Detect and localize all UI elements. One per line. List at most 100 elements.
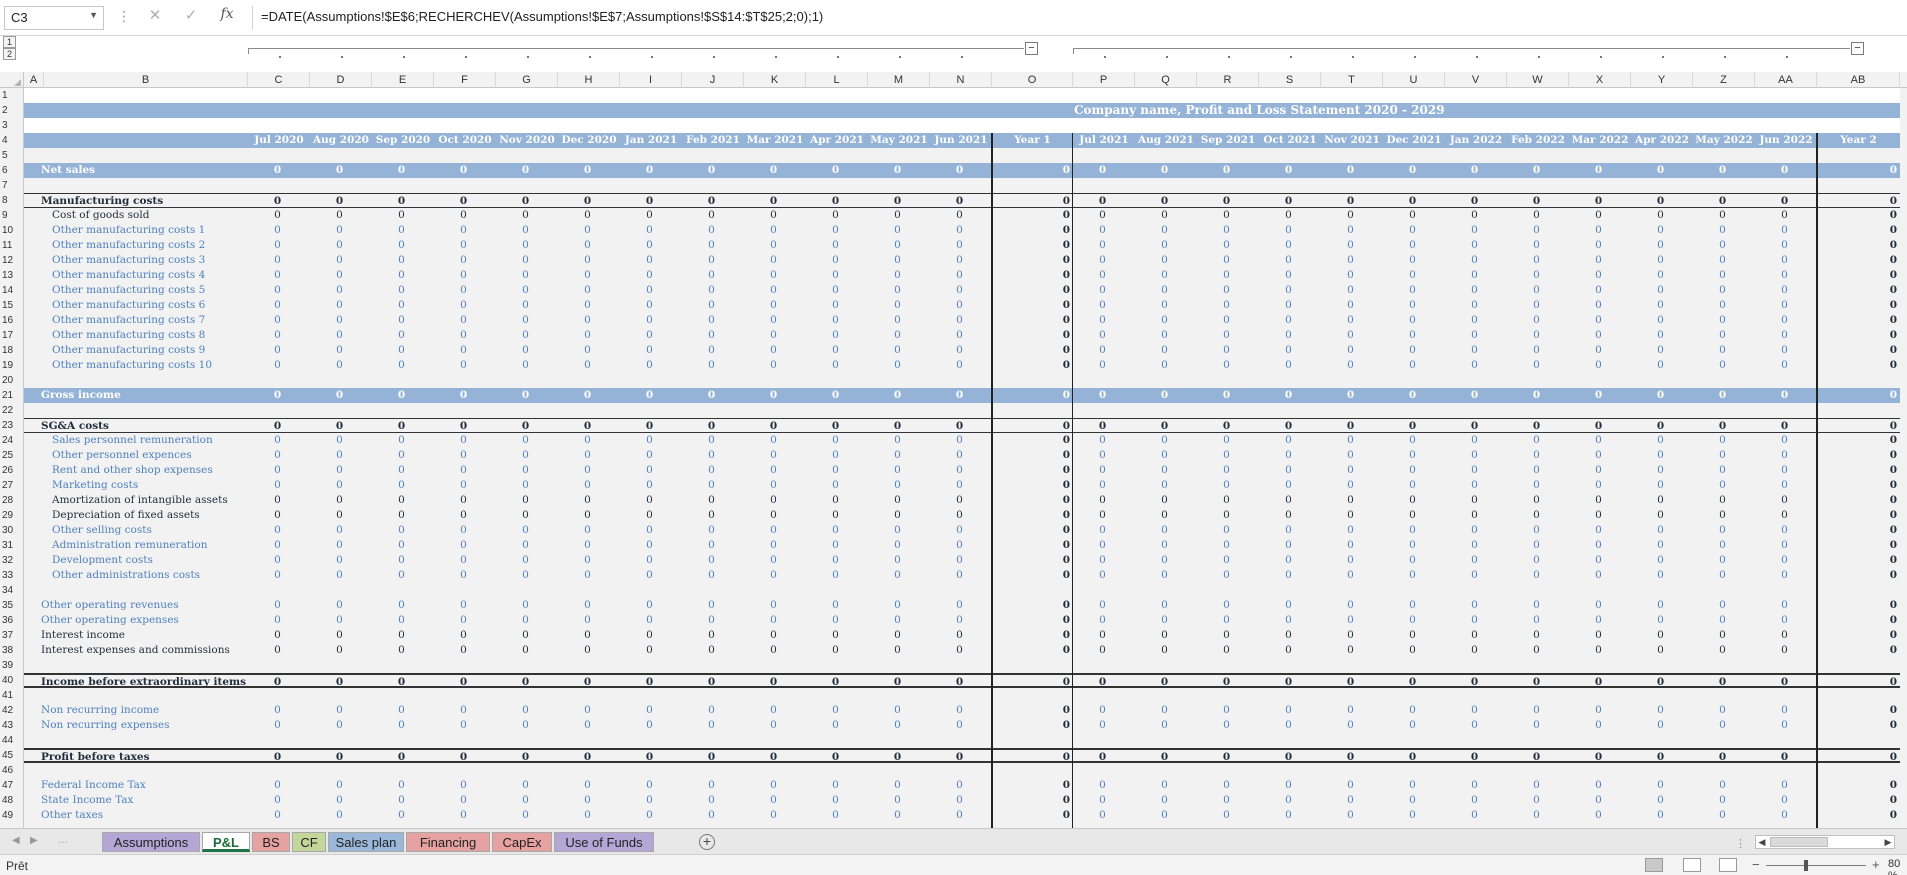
value-cell[interactable]: 0 xyxy=(1755,208,1817,223)
sheet-tab-bs[interactable]: BS xyxy=(252,832,290,852)
normal-view-icon[interactable] xyxy=(1645,858,1663,872)
value-cell[interactable]: 0 xyxy=(1445,283,1507,298)
row-header[interactable]: 4 xyxy=(0,133,24,148)
value-cell[interactable]: 0 xyxy=(1507,238,1569,253)
value-cell[interactable]: 0 xyxy=(620,223,682,238)
value-cell[interactable]: 0 xyxy=(1259,283,1321,298)
value-cell[interactable]: 0 xyxy=(806,463,868,478)
value-cell[interactable]: 0 xyxy=(1693,313,1755,328)
row-header[interactable]: 38 xyxy=(0,643,24,658)
value-cell[interactable]: 0 xyxy=(806,388,868,403)
value-cell[interactable]: 0 xyxy=(1321,298,1383,313)
value-cell[interactable]: 0 xyxy=(1507,463,1569,478)
month-header[interactable]: Aug 2021 xyxy=(1135,133,1197,148)
value-cell[interactable]: 0 xyxy=(868,358,930,373)
value-cell[interactable]: 0 xyxy=(1135,718,1197,733)
value-cell[interactable]: 0 xyxy=(682,493,744,508)
column-header-h[interactable]: H xyxy=(558,72,620,88)
value-cell[interactable]: 0 xyxy=(992,194,1073,209)
value-cell[interactable]: 0 xyxy=(434,433,496,448)
value-cell[interactable]: 0 xyxy=(1135,433,1197,448)
value-cell[interactable]: 0 xyxy=(310,553,372,568)
value-cell[interactable]: 0 xyxy=(1321,238,1383,253)
value-cell[interactable]: 0 xyxy=(1073,194,1135,209)
value-cell[interactable]: 0 xyxy=(1383,598,1445,613)
value-cell[interactable]: 0 xyxy=(930,613,992,628)
value-cell[interactable]: 0 xyxy=(1445,493,1507,508)
value-cell[interactable]: 0 xyxy=(1569,343,1631,358)
value-cell[interactable]: 0 xyxy=(1073,808,1135,823)
value-cell[interactable]: 0 xyxy=(1383,194,1445,209)
value-cell[interactable]: 0 xyxy=(806,223,868,238)
value-cell[interactable]: 0 xyxy=(1135,538,1197,553)
value-cell[interactable]: 0 xyxy=(1569,523,1631,538)
value-cell[interactable]: 0 xyxy=(372,283,434,298)
value-cell[interactable]: 0 xyxy=(1693,778,1755,793)
value-cell[interactable]: 0 xyxy=(1383,448,1445,463)
value-cell[interactable]: 0 xyxy=(1259,313,1321,328)
value-cell[interactable]: 0 xyxy=(1817,538,1900,553)
value-cell[interactable]: 0 xyxy=(1755,268,1817,283)
row-label[interactable]: Other taxes xyxy=(38,808,248,823)
value-cell[interactable]: 0 xyxy=(310,478,372,493)
value-cell[interactable]: 0 xyxy=(496,208,558,223)
value-cell[interactable]: 0 xyxy=(1073,508,1135,523)
value-cell[interactable]: 0 xyxy=(1631,643,1693,658)
value-cell[interactable]: 0 xyxy=(310,628,372,643)
value-cell[interactable]: 0 xyxy=(1817,298,1900,313)
value-cell[interactable]: 0 xyxy=(744,613,806,628)
value-cell[interactable]: 0 xyxy=(372,568,434,583)
value-cell[interactable]: 0 xyxy=(1507,343,1569,358)
value-cell[interactable]: 0 xyxy=(1569,208,1631,223)
value-cell[interactable]: 0 xyxy=(992,433,1073,448)
value-cell[interactable]: 0 xyxy=(1507,568,1569,583)
value-cell[interactable]: 0 xyxy=(992,598,1073,613)
value-cell[interactable]: 0 xyxy=(744,793,806,808)
value-cell[interactable]: 0 xyxy=(496,808,558,823)
month-header[interactable]: Jan 2021 xyxy=(620,133,682,148)
value-cell[interactable]: 0 xyxy=(310,238,372,253)
value-cell[interactable]: 0 xyxy=(1445,568,1507,583)
value-cell[interactable]: 0 xyxy=(1259,628,1321,643)
value-cell[interactable]: 0 xyxy=(496,703,558,718)
value-cell[interactable]: 0 xyxy=(1321,343,1383,358)
value-cell[interactable]: 0 xyxy=(1631,703,1693,718)
value-cell[interactable]: 0 xyxy=(434,568,496,583)
value-cell[interactable]: 0 xyxy=(1445,628,1507,643)
value-cell[interactable]: 0 xyxy=(1197,508,1259,523)
value-cell[interactable]: 0 xyxy=(1073,553,1135,568)
value-cell[interactable]: 0 xyxy=(1259,163,1321,178)
value-cell[interactable]: 0 xyxy=(868,778,930,793)
value-cell[interactable]: 0 xyxy=(372,478,434,493)
value-cell[interactable]: 0 xyxy=(1073,523,1135,538)
value-cell[interactable]: 0 xyxy=(248,343,310,358)
column-header-g[interactable]: G xyxy=(496,72,558,88)
value-cell[interactable]: 0 xyxy=(558,253,620,268)
value-cell[interactable]: 0 xyxy=(1135,388,1197,403)
value-cell[interactable]: 0 xyxy=(1383,628,1445,643)
value-cell[interactable]: 0 xyxy=(682,313,744,328)
value-cell[interactable]: 0 xyxy=(1135,628,1197,643)
value-cell[interactable]: 0 xyxy=(248,268,310,283)
month-header[interactable]: Mar 2022 xyxy=(1569,133,1631,148)
value-cell[interactable]: 0 xyxy=(1073,568,1135,583)
value-cell[interactable]: 0 xyxy=(434,448,496,463)
value-cell[interactable]: 0 xyxy=(310,598,372,613)
value-cell[interactable]: 0 xyxy=(434,223,496,238)
value-cell[interactable]: 0 xyxy=(1507,718,1569,733)
value-cell[interactable]: 0 xyxy=(1631,328,1693,343)
value-cell[interactable]: 0 xyxy=(1259,778,1321,793)
value-cell[interactable]: 0 xyxy=(868,493,930,508)
value-cell[interactable]: 0 xyxy=(1569,808,1631,823)
value-cell[interactable]: 0 xyxy=(1135,208,1197,223)
value-cell[interactable]: 0 xyxy=(1569,478,1631,493)
value-cell[interactable]: 0 xyxy=(1383,523,1445,538)
row-header[interactable]: 41 xyxy=(0,688,24,703)
value-cell[interactable]: 0 xyxy=(1817,194,1900,209)
column-header-f[interactable]: F xyxy=(434,72,496,88)
value-cell[interactable]: 0 xyxy=(1507,253,1569,268)
value-cell[interactable]: 0 xyxy=(1259,448,1321,463)
value-cell[interactable]: 0 xyxy=(558,628,620,643)
value-cell[interactable]: 0 xyxy=(1321,253,1383,268)
tab-scroll-left-icon[interactable]: ◀ xyxy=(12,835,20,846)
